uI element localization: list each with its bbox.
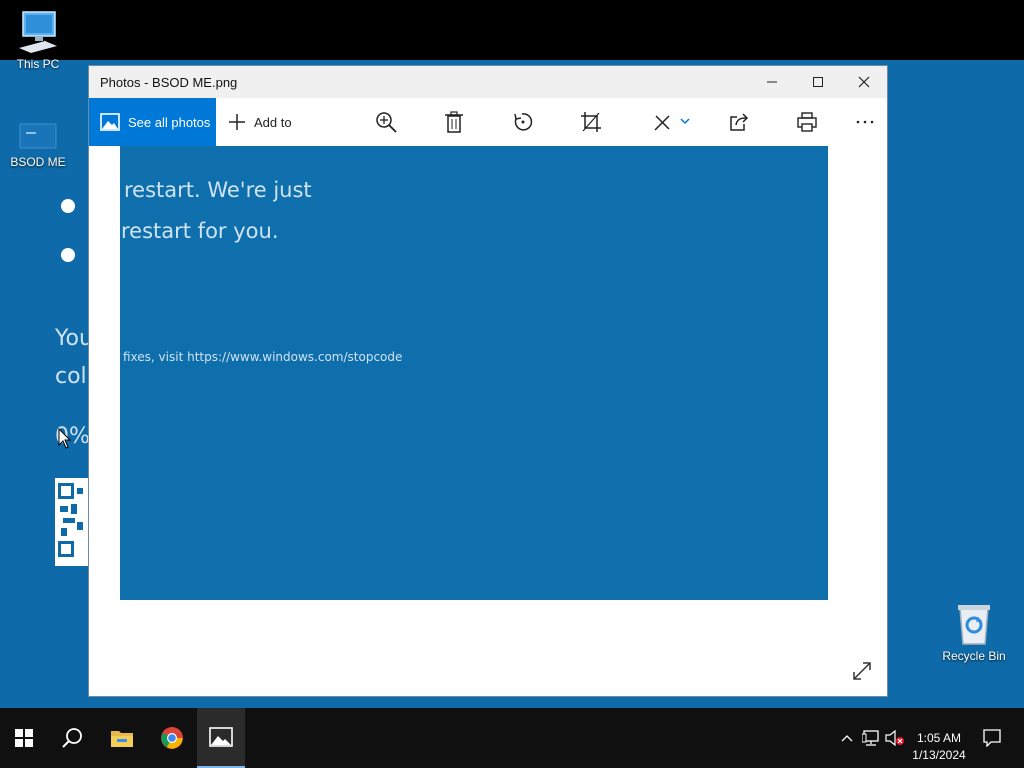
add-to-label: Add to (254, 114, 292, 130)
search-button[interactable] (48, 708, 96, 768)
desktop-icon-label: BSOD ME (10, 155, 66, 169)
start-button[interactable] (0, 708, 48, 768)
computer-icon (19, 11, 57, 53)
action-center-button[interactable] (978, 708, 1006, 768)
print-button[interactable] (795, 110, 819, 134)
photos-taskbar-button[interactable] (197, 708, 245, 768)
search-icon (62, 728, 82, 748)
image-text-line: restart. We're just (124, 178, 312, 202)
rotate-icon (514, 113, 533, 131)
add-to-button[interactable]: Add to (216, 113, 292, 131)
mouse-cursor-icon (58, 428, 72, 449)
taskbar-clock[interactable]: 1:05 AM 1/13/2024 (905, 730, 973, 764)
share-icon (730, 113, 749, 131)
clock-time: 1:05 AM (916, 731, 962, 745)
clock-date: 1/13/2024 (912, 748, 966, 762)
more-icon (856, 120, 874, 124)
chrome-icon (161, 727, 183, 749)
volume-button[interactable] (884, 708, 906, 768)
print-icon (797, 112, 817, 132)
minimize-icon (767, 81, 777, 83)
photos-window: Photos - BSOD ME.png See all photos Add … (88, 65, 888, 697)
desktop-icon-bsod-me[interactable]: BSOD ME (2, 122, 74, 169)
desktop-icon-this-pc[interactable]: This PC (2, 8, 74, 71)
expand-icon (853, 662, 871, 680)
show-hidden-icons-button[interactable] (838, 708, 856, 768)
full-screen-button[interactable] (851, 660, 875, 684)
recycle-bin-icon (958, 605, 990, 645)
plus-icon (229, 114, 245, 130)
desktop-icon-label: This PC (16, 57, 60, 71)
close-button[interactable] (841, 66, 887, 98)
desktop-icon-label: Recycle Bin (942, 649, 1006, 663)
windows-logo-icon (15, 729, 33, 747)
zoom-in-icon (376, 112, 397, 133)
window-title: Photos - BSOD ME.png (100, 74, 238, 90)
file-explorer-button[interactable] (98, 708, 146, 768)
zoom-in-button[interactable] (374, 110, 398, 134)
maximize-button[interactable] (795, 66, 841, 98)
trash-icon (445, 111, 463, 133)
delete-button[interactable] (442, 110, 466, 134)
chevron-up-icon (841, 735, 853, 742)
photos-toolbar: See all photos Add to (89, 98, 887, 146)
photo-icon (100, 113, 120, 131)
edit-create-button[interactable] (651, 110, 691, 134)
volume-muted-icon (885, 730, 904, 746)
title-bar: Photos - BSOD ME.png (89, 66, 887, 98)
maximize-icon (813, 77, 823, 87)
crop-icon (581, 112, 601, 132)
rotate-button[interactable] (511, 110, 535, 134)
desktop-top-strip (0, 0, 1024, 60)
network-button[interactable] (860, 708, 882, 768)
taskbar: 1:05 AM 1/13/2024 (0, 708, 1024, 768)
folder-icon (111, 731, 133, 747)
close-icon (858, 76, 870, 88)
bsod-bullet (61, 199, 75, 213)
bsod-qr-code (55, 478, 89, 566)
displayed-image: restart. We're just restart for you. fix… (120, 146, 828, 600)
edit-icon (654, 115, 690, 131)
chrome-button[interactable] (148, 708, 196, 768)
desktop-icon-recycle-bin[interactable]: Recycle Bin (938, 602, 1010, 663)
photos-app-icon (209, 727, 233, 747)
notification-icon (983, 729, 1001, 747)
image-text-line: fixes, visit https://www.windows.com/sto… (123, 350, 403, 364)
network-icon (862, 730, 879, 746)
bsod-bullet (61, 248, 75, 262)
see-all-photos-button[interactable]: See all photos (89, 98, 216, 146)
more-options-button[interactable] (853, 110, 877, 134)
share-button[interactable] (727, 110, 751, 134)
image-file-icon (19, 123, 57, 149)
crop-button[interactable] (579, 110, 603, 134)
minimize-button[interactable] (749, 66, 795, 98)
image-text-line: restart for you. (121, 219, 279, 243)
photo-viewer-area: restart. We're just restart for you. fix… (89, 146, 887, 696)
see-all-photos-label: See all photos (128, 114, 211, 130)
